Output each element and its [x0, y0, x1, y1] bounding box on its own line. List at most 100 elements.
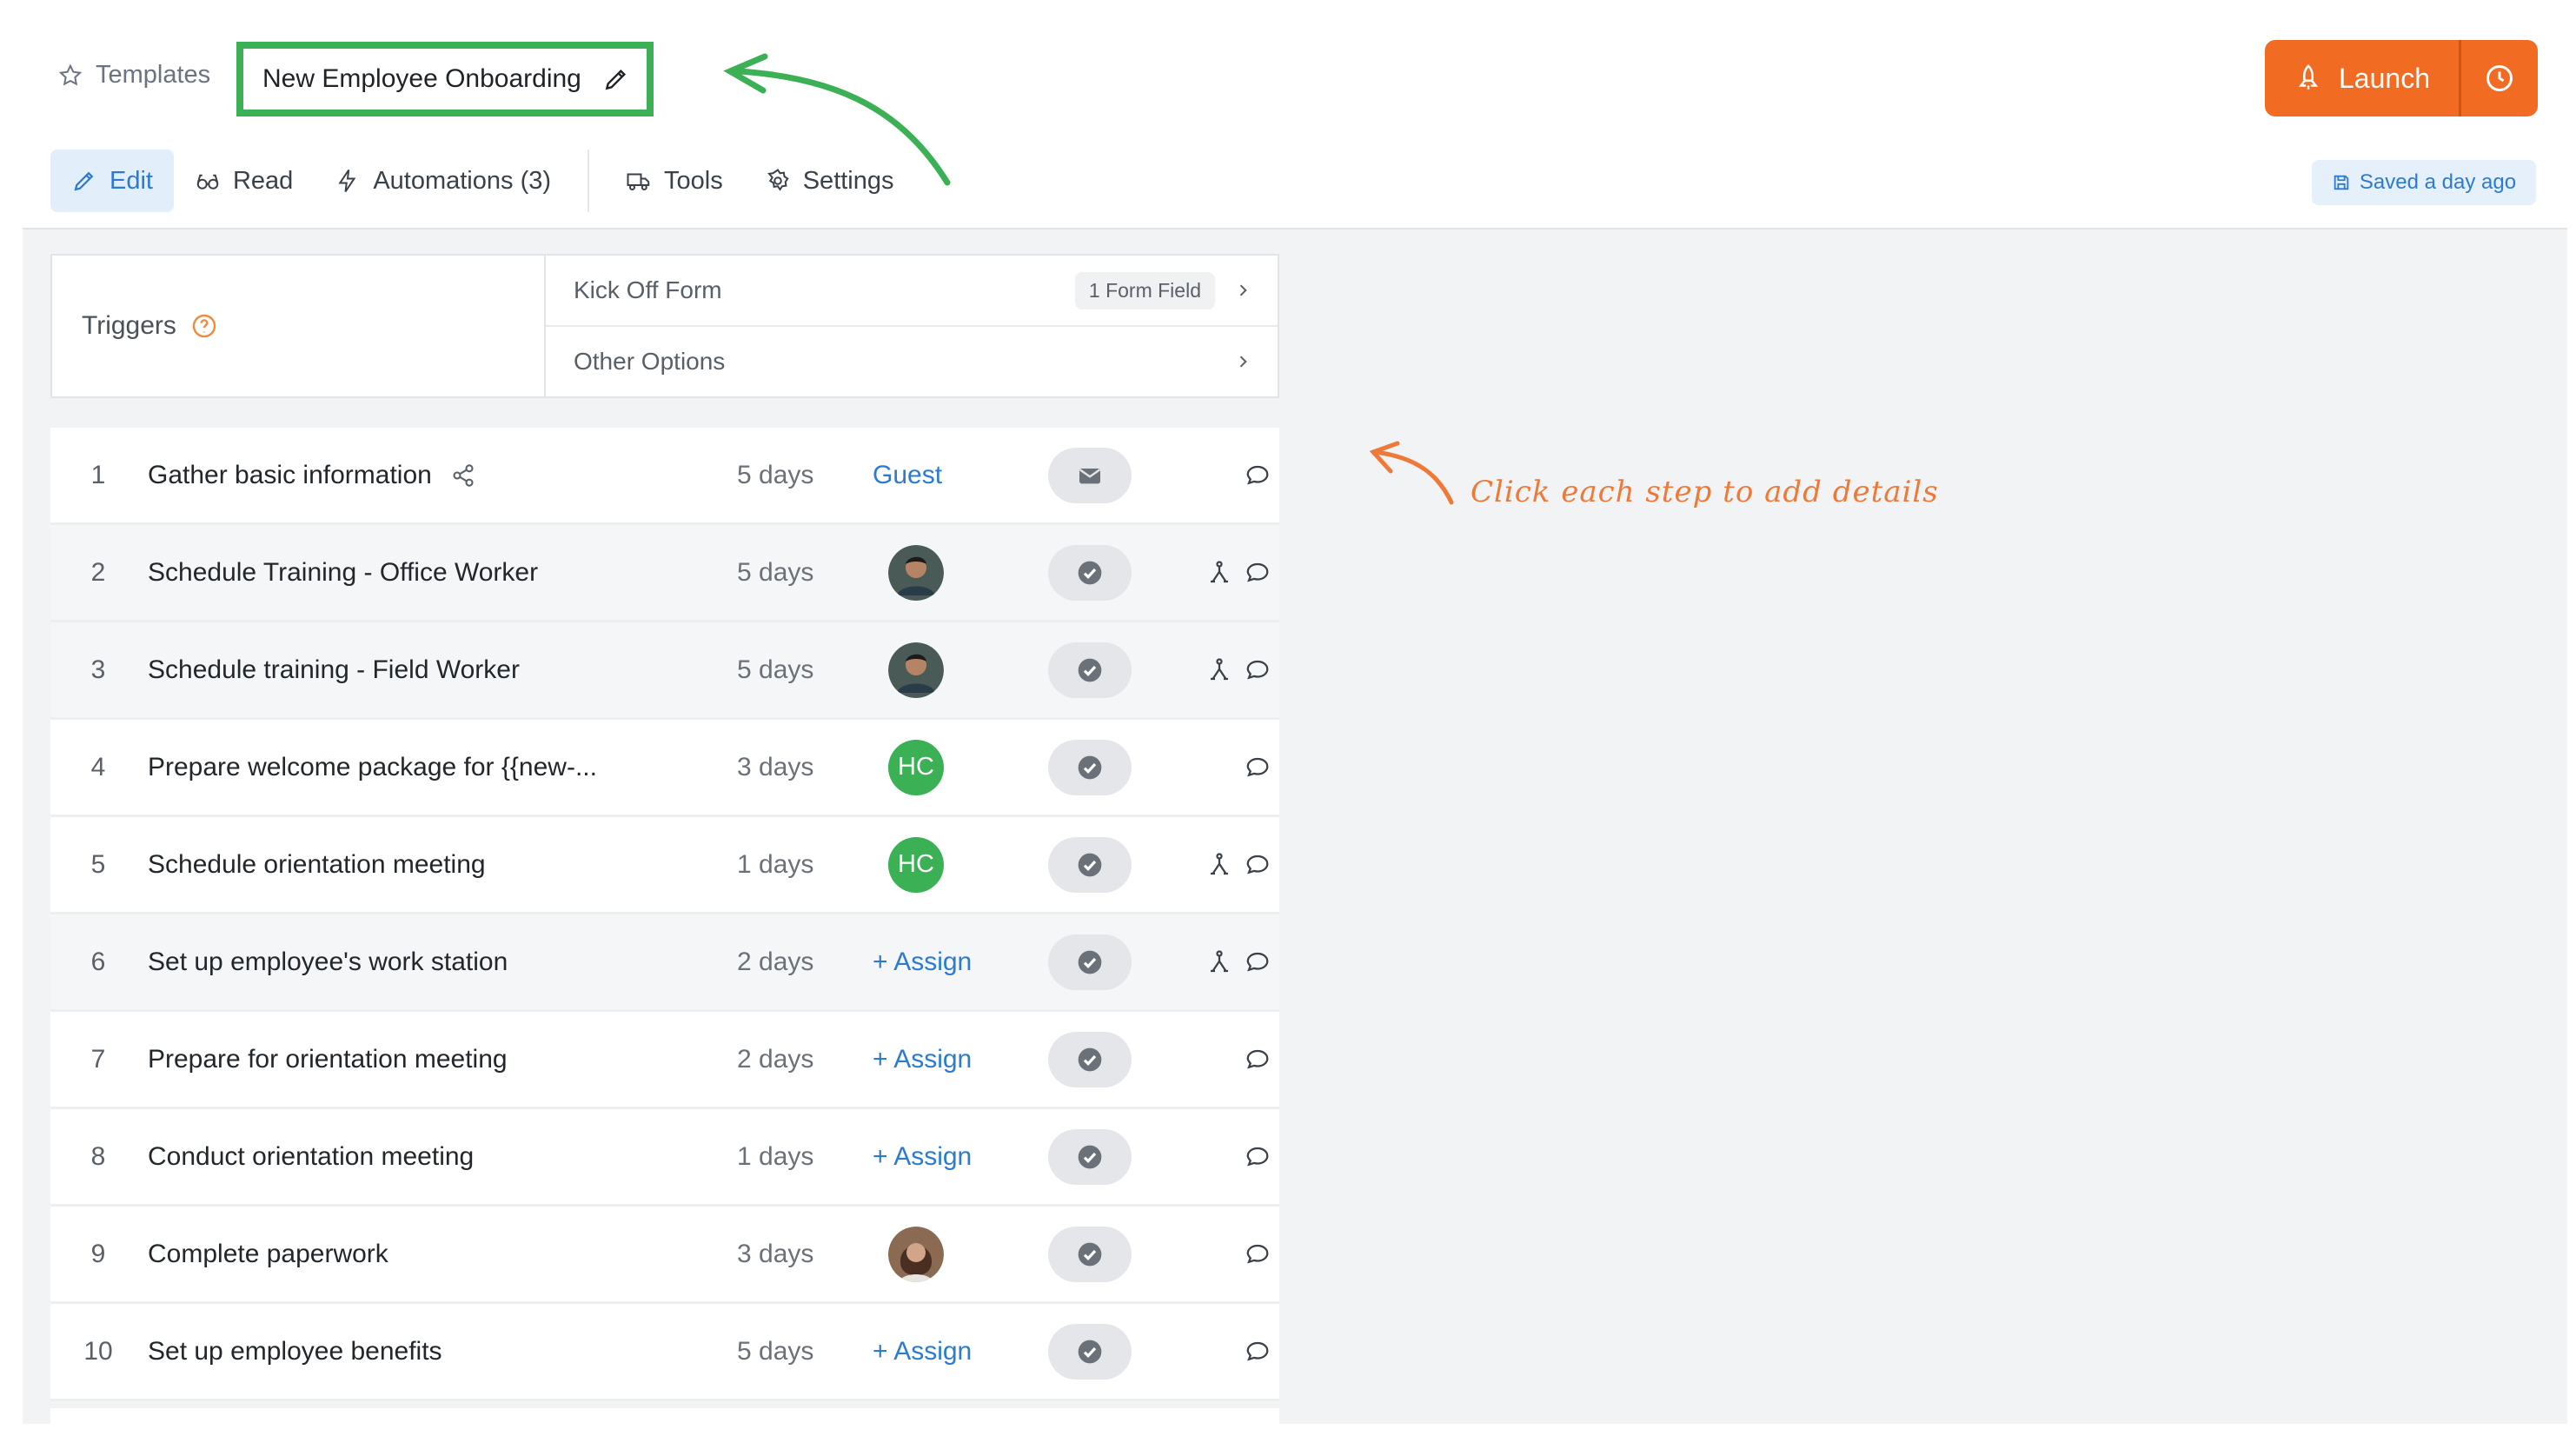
kickoff-form-label: Kick Off Form: [574, 276, 722, 303]
step-assignee[interactable]: + Assign: [873, 1045, 1038, 1074]
step-row[interactable]: 10 Set up employee benefits 5 days + Ass…: [50, 1304, 1279, 1401]
tab-automations[interactable]: Automations (3): [314, 150, 572, 212]
mode-tabs: Edit Read Automations (3) Tools Settings: [50, 150, 915, 212]
step-type-toggle[interactable]: [1048, 544, 1132, 601]
assignee-guest[interactable]: Guest: [873, 461, 942, 490]
comment-icon[interactable]: [1245, 560, 1271, 586]
avatar-initials[interactable]: HC: [888, 739, 944, 795]
assign-link[interactable]: + Assign: [873, 1337, 972, 1367]
pencil-icon[interactable]: [602, 65, 630, 93]
step-name[interactable]: Gather basic information: [134, 461, 725, 490]
step-assignee[interactable]: + Assign: [873, 948, 1038, 977]
comment-icon[interactable]: [1245, 949, 1271, 975]
branch-icon[interactable]: [1206, 560, 1232, 586]
step-name[interactable]: Set up employee's work station: [134, 948, 725, 977]
tab-settings[interactable]: Settings: [744, 150, 915, 212]
comment-icon[interactable]: [1245, 1339, 1271, 1365]
template-title-editor[interactable]: New Employee Onboarding: [236, 42, 654, 116]
step-name[interactable]: Schedule orientation meeting: [134, 850, 725, 880]
tab-read[interactable]: Read: [174, 150, 314, 212]
avatar[interactable]: [888, 544, 944, 601]
assign-link[interactable]: + Assign: [873, 948, 972, 977]
step-assignee[interactable]: + Assign: [873, 1337, 1038, 1367]
step-name[interactable]: Complete paperwork: [134, 1240, 725, 1269]
step-duration[interactable]: 5 days: [725, 655, 873, 685]
breadcrumb-templates[interactable]: Templates: [96, 61, 210, 90]
step-number: 3: [90, 655, 106, 684]
step-row[interactable]: 7 Prepare for orientation meeting 2 days…: [50, 1012, 1279, 1109]
branch-icon[interactable]: [1206, 949, 1232, 975]
step-row[interactable]: 6 Set up employee's work station 2 days …: [50, 914, 1279, 1012]
step-type-toggle[interactable]: [1048, 642, 1132, 698]
tab-edit[interactable]: Edit: [50, 150, 174, 212]
hint-arrow-icon: [1369, 441, 1454, 505]
step-row[interactable]: 3 Schedule training - Field Worker 5 day…: [50, 622, 1279, 720]
other-options-row[interactable]: Other Options: [546, 325, 1278, 396]
help-icon[interactable]: [190, 312, 218, 340]
step-name[interactable]: Schedule training - Field Worker: [134, 655, 725, 685]
branch-icon[interactable]: [1206, 657, 1232, 683]
step-type-toggle[interactable]: [1048, 836, 1132, 893]
branch-icon[interactable]: [1206, 852, 1232, 878]
step-name[interactable]: Prepare for orientation meeting: [134, 1045, 725, 1074]
launch-label: Launch: [2339, 62, 2430, 94]
step-actions: [1184, 1144, 1271, 1170]
comment-icon[interactable]: [1245, 1241, 1271, 1267]
star-icon: [58, 63, 83, 85]
kickoff-form-row[interactable]: Kick Off Form 1 Form Field: [546, 256, 1278, 325]
step-duration[interactable]: 5 days: [725, 461, 873, 490]
step-assignee[interactable]: Guest: [873, 461, 1038, 490]
comment-icon[interactable]: [1245, 657, 1271, 683]
comment-icon[interactable]: [1245, 1047, 1271, 1073]
avatar[interactable]: [888, 642, 944, 698]
comment-icon[interactable]: [1245, 755, 1271, 781]
step-name[interactable]: Set up employee benefits: [134, 1337, 725, 1367]
avatar[interactable]: [888, 1226, 944, 1282]
step-type-toggle[interactable]: [1048, 447, 1132, 503]
assign-link[interactable]: + Assign: [873, 1142, 972, 1172]
step-assignee[interactable]: HC: [873, 739, 1038, 795]
step-row[interactable]: 1 Gather basic information 5 days Guest: [50, 428, 1279, 525]
step-row[interactable]: 5 Schedule orientation meeting 1 days HC: [50, 817, 1279, 914]
step-type-toggle[interactable]: [1048, 1226, 1132, 1282]
step-name[interactable]: Conduct orientation meeting: [134, 1142, 725, 1172]
schedule-launch-button[interactable]: [2461, 40, 2538, 116]
gear-icon: [767, 169, 789, 191]
comment-icon[interactable]: [1245, 462, 1271, 489]
step-duration[interactable]: 5 days: [725, 558, 873, 588]
assign-link[interactable]: + Assign: [873, 1045, 972, 1074]
step-assignee[interactable]: [873, 544, 1038, 601]
step-name[interactable]: Schedule Training - Office Worker: [134, 558, 725, 588]
step-duration[interactable]: 3 days: [725, 753, 873, 782]
step-row[interactable]: 4 Prepare welcome package for {{new-... …: [50, 720, 1279, 817]
step-type-toggle[interactable]: [1048, 739, 1132, 795]
step-row[interactable]: 8 Conduct orientation meeting 1 days + A…: [50, 1109, 1279, 1207]
step-actions: [1184, 755, 1271, 781]
tab-tools[interactable]: Tools: [605, 150, 744, 212]
step-type-toggle[interactable]: [1048, 1031, 1132, 1087]
step-type-toggle[interactable]: [1048, 934, 1132, 990]
step-name[interactable]: Prepare welcome package for {{new-...: [134, 753, 725, 782]
step-name-text: Prepare for orientation meeting: [148, 1044, 508, 1074]
check-circle-icon: [1078, 658, 1102, 682]
step-duration[interactable]: 1 days: [725, 1142, 873, 1172]
step-duration[interactable]: 5 days: [725, 1337, 873, 1367]
avatar-initials[interactable]: HC: [888, 836, 944, 893]
step-assignee[interactable]: + Assign: [873, 1142, 1038, 1172]
step-assignee[interactable]: HC: [873, 836, 1038, 893]
step-duration[interactable]: 2 days: [725, 1045, 873, 1074]
step-assignee[interactable]: [873, 1226, 1038, 1282]
step-assignee[interactable]: [873, 642, 1038, 698]
breadcrumb[interactable]: Templates: [57, 61, 210, 90]
comment-icon[interactable]: [1245, 1144, 1271, 1170]
launch-button[interactable]: Launch: [2265, 40, 2459, 116]
step-type-toggle[interactable]: [1048, 1128, 1132, 1185]
step-type-toggle[interactable]: [1048, 1323, 1132, 1380]
step-duration[interactable]: 3 days: [725, 1240, 873, 1269]
step-duration[interactable]: 1 days: [725, 850, 873, 880]
step-duration[interactable]: 2 days: [725, 948, 873, 977]
step-row[interactable]: 9 Complete paperwork 3 days: [50, 1207, 1279, 1304]
saved-status-text: Saved a day ago: [2359, 170, 2517, 194]
comment-icon[interactable]: [1245, 852, 1271, 878]
step-row[interactable]: 2 Schedule Training - Office Worker 5 da…: [50, 525, 1279, 622]
